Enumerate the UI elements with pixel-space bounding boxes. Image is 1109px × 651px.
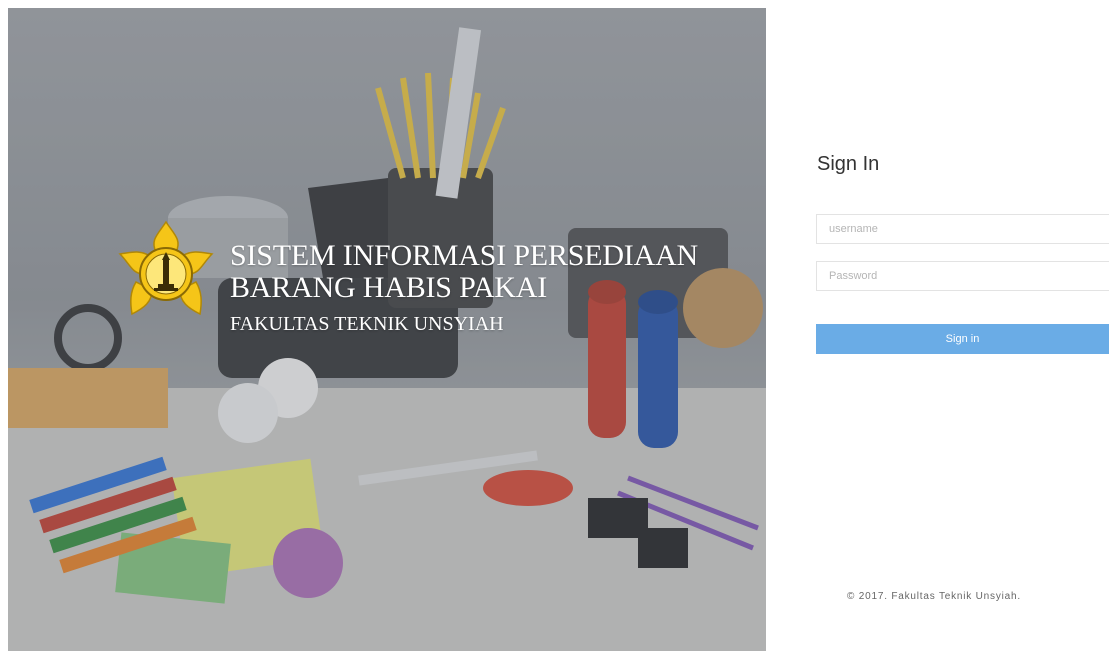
hero-subtitle: FAKULTAS TEKNIK UNSYIAH [230,313,504,335]
hero-title: SISTEM INFORMASI PERSEDIAAN BARANG HABIS… [230,240,698,304]
username-input[interactable] [816,214,1109,244]
university-emblem-icon [118,220,214,316]
sign-in-button[interactable]: Sign in [816,324,1109,354]
hero-title-line1: SISTEM INFORMASI PERSEDIAAN [230,239,698,272]
hero-panel: SISTEM INFORMASI PERSEDIAAN BARANG HABIS… [8,8,766,651]
signin-title: Sign In [817,153,880,175]
password-input[interactable] [816,261,1109,291]
footer-copyright: © 2017. Fakultas Teknik Unsyiah. [847,591,1021,602]
login-page: SISTEM INFORMASI PERSEDIAAN BARANG HABIS… [0,0,1109,651]
hero-title-line2: BARANG HABIS PAKAI [230,271,548,304]
